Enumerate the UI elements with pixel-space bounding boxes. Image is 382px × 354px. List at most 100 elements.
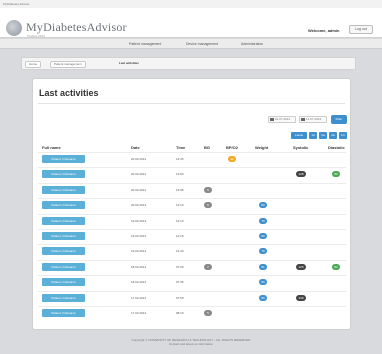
weight-badge[interactable]: 80	[259, 294, 267, 301]
weight-badge[interactable]: 80	[259, 279, 267, 286]
patient-name-button[interactable]: Patient, Firstname	[42, 309, 85, 317]
range-latest-button[interactable]: Latest	[291, 132, 307, 139]
row-time: 13:05	[176, 187, 184, 192]
table-row: Patient, Firstname 20.02.2014 13:05 5	[38, 182, 346, 198]
logout-button[interactable]: Log out	[349, 25, 373, 34]
row-time: 07:45	[176, 280, 184, 285]
diastolic-badge[interactable]: 82	[332, 263, 340, 270]
row-date: 20.02.2014	[131, 187, 147, 192]
app-header: MyDiabetesAdvisor Product 2014 Welcome, …	[0, 8, 382, 38]
date-to-value: 14.07.2014	[306, 117, 322, 121]
row-date: 18.02.2014	[131, 280, 147, 285]
breadcrumb-current: Last activities	[119, 61, 139, 65]
app-title[interactable]: MyDiabetesAdvisor	[26, 20, 127, 35]
col-header-name[interactable]: Full name	[42, 145, 61, 150]
page-footer: Copyright © UNIVERSITY OF RESEARCH & TEC…	[0, 338, 382, 346]
calendar-icon	[270, 118, 274, 121]
col-header-diastolic[interactable]: Diastolic	[328, 145, 345, 150]
nav-device-management[interactable]: Device management	[186, 42, 218, 46]
row-date: 19.02.2014	[131, 249, 147, 254]
table-row: Patient, Firstname 18.02.2014 07:30 7 81 125 8…	[38, 259, 346, 275]
bg-badge[interactable]: 5	[204, 310, 212, 316]
patient-name-button[interactable]: Patient, Firstname	[42, 185, 85, 194]
last-activities-panel: Last activities 01.07.2014 14.07.2014 Fi…	[32, 78, 351, 330]
row-date: 20.02.2014	[131, 157, 147, 161]
patient-name-button[interactable]: Patient, Firstname	[42, 247, 85, 256]
row-time: 13:10	[176, 203, 184, 208]
bg-badge[interactable]: 6	[204, 202, 212, 209]
row-date: 18.02.2014	[131, 264, 147, 269]
weight-badge[interactable]: 80	[259, 202, 267, 209]
nav-patient-management[interactable]: Patient management	[129, 42, 161, 46]
date-from-field[interactable]: 01.07.2014	[268, 116, 296, 123]
range-1m-button[interactable]: 1m	[339, 132, 347, 139]
row-date: 19.02.2014	[131, 234, 147, 238]
table-row: Patient, Firstname 19.02.2014 12:15 80	[38, 229, 346, 244]
range-1d-button[interactable]: 1d	[309, 132, 317, 139]
welcome-text: Welcome, admin	[308, 28, 340, 33]
row-time: 07:50	[176, 295, 184, 300]
date-from-value: 01.07.2014	[275, 117, 291, 121]
weight-badge[interactable]: 79	[259, 248, 267, 255]
table-row: Patient, Firstname 18.02.2014 07:45 80	[38, 275, 346, 290]
row-date: 17.02.2014	[131, 295, 147, 300]
table-row: Patient, Firstname 19.02.2014 12:10 79	[38, 213, 346, 229]
weight-badge[interactable]: 81	[259, 263, 267, 270]
logo-icon	[6, 20, 22, 36]
col-header-systolic[interactable]: Systolic	[293, 145, 308, 150]
col-header-bpo2[interactable]: BP/O2	[226, 145, 238, 150]
col-header-time[interactable]: Time	[176, 145, 185, 150]
patient-name-button[interactable]: Patient, Firstname	[42, 216, 85, 225]
row-time: 12:15	[176, 234, 184, 238]
table-row: Patient, Firstname 20.02.2014 13:00 128 80	[38, 167, 346, 182]
patient-name-button[interactable]: Patient, Firstname	[42, 278, 85, 287]
row-time: 08:10	[176, 311, 184, 315]
filter-button[interactable]: Filter	[331, 115, 347, 124]
date-to-field[interactable]: 14.07.2014	[299, 116, 327, 123]
patient-name-button[interactable]: Patient, Firstname	[42, 155, 85, 163]
weight-badge[interactable]: 79	[259, 217, 267, 224]
row-date: 20.02.2014	[131, 203, 147, 208]
col-header-date[interactable]: Date	[131, 145, 140, 150]
row-time: 07:30	[176, 264, 184, 269]
systolic-badge[interactable]: 128	[296, 171, 306, 178]
patient-name-button[interactable]: Patient, Firstname	[42, 201, 85, 210]
table-row: Patient, Firstname 19.02.2014 12:40 79	[38, 244, 346, 259]
weight-badge[interactable]: 80	[259, 233, 267, 239]
row-time: 12:40	[176, 249, 184, 254]
nav-administration[interactable]: Administration	[241, 42, 263, 46]
footer-links[interactable]: Contact and about us information	[0, 342, 382, 346]
bpo2-badge[interactable]: 12	[228, 156, 236, 162]
meta-text: MyDiabetes Advisor	[3, 2, 30, 6]
breadcrumb-home[interactable]: Home	[25, 61, 42, 68]
col-header-weight[interactable]: Weight	[255, 145, 268, 150]
table-row: Patient, Firstname 17.02.2014 08:10 5	[38, 306, 346, 321]
browser-strip: MyDiabetes Advisor	[0, 0, 382, 8]
page-title: Last activities	[39, 88, 99, 98]
row-date: 19.02.2014	[131, 218, 147, 223]
app-subtitle: Product 2014	[27, 34, 45, 38]
bg-badge[interactable]: 5	[204, 186, 212, 193]
table-row: Patient, Firstname 20.02.2014 13:10 6 80	[38, 198, 346, 213]
breadcrumb: Home Patient management Last activities	[21, 57, 356, 70]
diastolic-badge[interactable]: 80	[332, 171, 340, 178]
systolic-badge[interactable]: 125	[296, 263, 306, 270]
table-row: Patient, Firstname 20.02.2014 12:45 12	[38, 152, 346, 167]
range-2w-button[interactable]: 2w	[329, 132, 337, 139]
bg-badge[interactable]: 7	[204, 263, 212, 270]
range-1w-button[interactable]: 1w	[319, 132, 327, 139]
patient-name-button[interactable]: Patient, Firstname	[42, 170, 85, 179]
row-time: 13:00	[176, 172, 184, 177]
table-row: Patient, Firstname 17.02.2014 07:50 80 130	[38, 290, 346, 306]
breadcrumb-patient-management[interactable]: Patient management	[50, 61, 86, 68]
row-time: 12:45	[176, 157, 184, 161]
row-date: 17.02.2014	[131, 311, 147, 315]
patient-name-button[interactable]: Patient, Firstname	[42, 262, 85, 271]
calendar-icon	[301, 118, 305, 121]
row-date: 20.02.2014	[131, 172, 147, 177]
divider	[38, 103, 345, 104]
systolic-badge[interactable]: 130	[296, 294, 306, 301]
col-header-bg[interactable]: BG	[204, 145, 210, 150]
patient-name-button[interactable]: Patient, Firstname	[42, 293, 85, 302]
patient-name-button[interactable]: Patient, Firstname	[42, 232, 85, 240]
